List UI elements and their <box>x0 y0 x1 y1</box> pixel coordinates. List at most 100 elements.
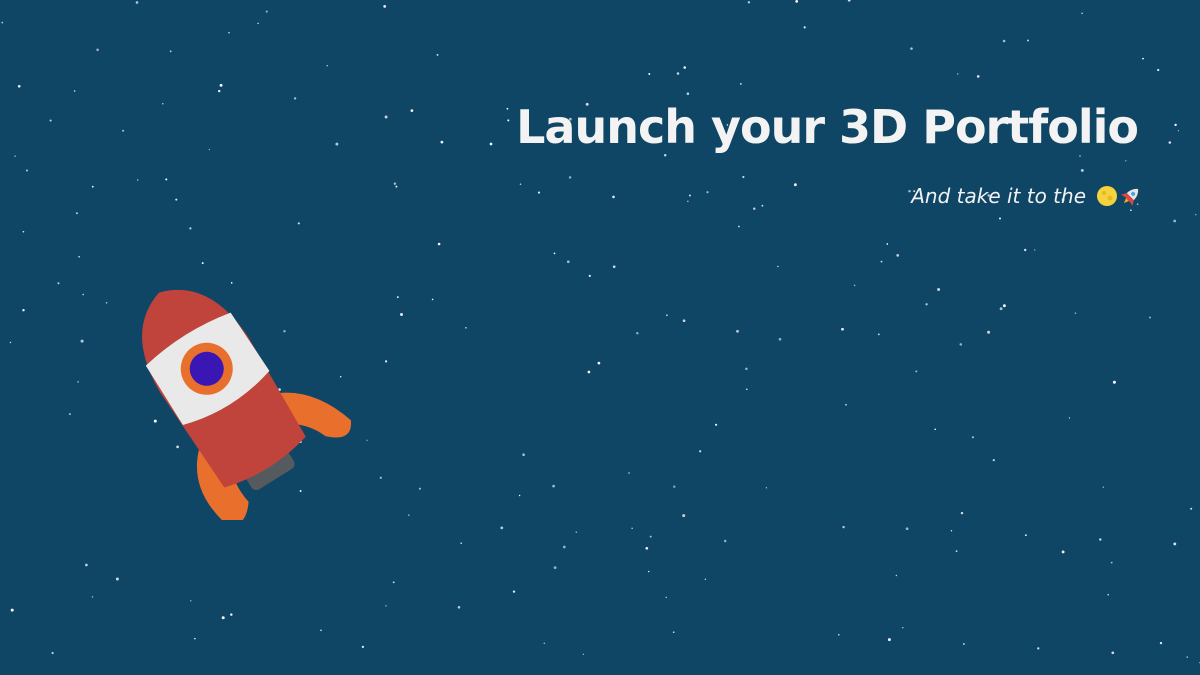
star <box>1074 312 1077 314</box>
star <box>379 476 382 479</box>
star <box>877 333 880 336</box>
star <box>837 633 840 636</box>
star <box>395 185 398 188</box>
star <box>910 47 913 50</box>
star <box>1024 534 1027 537</box>
star <box>440 140 444 144</box>
star <box>460 542 462 544</box>
star <box>740 83 742 85</box>
star <box>742 175 745 179</box>
star <box>169 50 172 53</box>
star <box>686 92 690 95</box>
star <box>738 225 740 228</box>
star <box>96 48 99 52</box>
star <box>963 643 965 645</box>
star <box>765 487 768 489</box>
star <box>1037 647 1040 650</box>
star <box>976 75 980 78</box>
star <box>845 403 847 406</box>
star <box>457 606 461 609</box>
star <box>26 169 28 172</box>
star <box>971 436 974 439</box>
star <box>896 254 900 257</box>
star <box>1177 130 1180 132</box>
star <box>847 0 851 2</box>
star <box>905 527 909 531</box>
star <box>512 590 516 593</box>
star <box>75 212 78 215</box>
star <box>747 1 751 4</box>
hero-subtitle: And take it to the <box>911 184 1142 208</box>
star <box>987 330 991 334</box>
star <box>934 428 937 431</box>
star <box>522 453 525 457</box>
star <box>9 341 12 344</box>
star <box>436 54 439 56</box>
star <box>575 531 578 533</box>
star <box>418 487 421 490</box>
star <box>761 204 764 207</box>
star <box>959 343 963 346</box>
star <box>519 183 522 185</box>
star <box>82 293 85 296</box>
star <box>1157 68 1160 72</box>
star <box>165 178 168 181</box>
star <box>68 413 71 416</box>
star <box>80 339 84 343</box>
star <box>628 472 630 474</box>
star <box>612 265 616 269</box>
star <box>361 645 365 649</box>
star <box>1034 249 1036 251</box>
star <box>230 613 233 616</box>
star <box>612 195 615 199</box>
star <box>175 198 178 201</box>
star <box>841 327 844 331</box>
star <box>588 274 591 278</box>
star <box>326 65 328 67</box>
star <box>842 525 845 529</box>
star <box>895 574 898 577</box>
star <box>10 608 14 612</box>
star <box>91 185 94 188</box>
star <box>777 265 779 268</box>
star <box>122 129 125 132</box>
star <box>887 638 891 642</box>
star <box>500 526 504 530</box>
star <box>568 176 572 179</box>
star <box>1102 486 1105 488</box>
star <box>396 296 399 299</box>
star <box>960 511 964 515</box>
star <box>1110 561 1113 564</box>
star <box>85 563 88 567</box>
star <box>902 627 904 629</box>
star <box>1027 39 1029 42</box>
star <box>999 217 1001 220</box>
star <box>507 119 510 122</box>
star <box>208 148 211 151</box>
star <box>795 0 799 3</box>
star <box>190 600 192 602</box>
star <box>77 381 79 383</box>
star <box>1112 380 1116 384</box>
star <box>663 153 667 157</box>
star <box>673 485 676 488</box>
star <box>648 570 650 573</box>
star <box>1111 651 1115 655</box>
star <box>715 423 718 426</box>
star <box>1023 248 1027 252</box>
star <box>1173 219 1177 223</box>
star <box>645 546 649 550</box>
star <box>1159 641 1163 645</box>
star <box>682 319 686 323</box>
star <box>400 313 403 316</box>
star <box>553 566 557 570</box>
star <box>999 307 1003 311</box>
star <box>221 616 225 620</box>
star <box>582 653 585 655</box>
star <box>136 179 139 181</box>
star <box>392 581 395 584</box>
star <box>431 298 434 301</box>
star <box>745 367 748 371</box>
star <box>925 303 928 306</box>
star <box>736 329 739 333</box>
